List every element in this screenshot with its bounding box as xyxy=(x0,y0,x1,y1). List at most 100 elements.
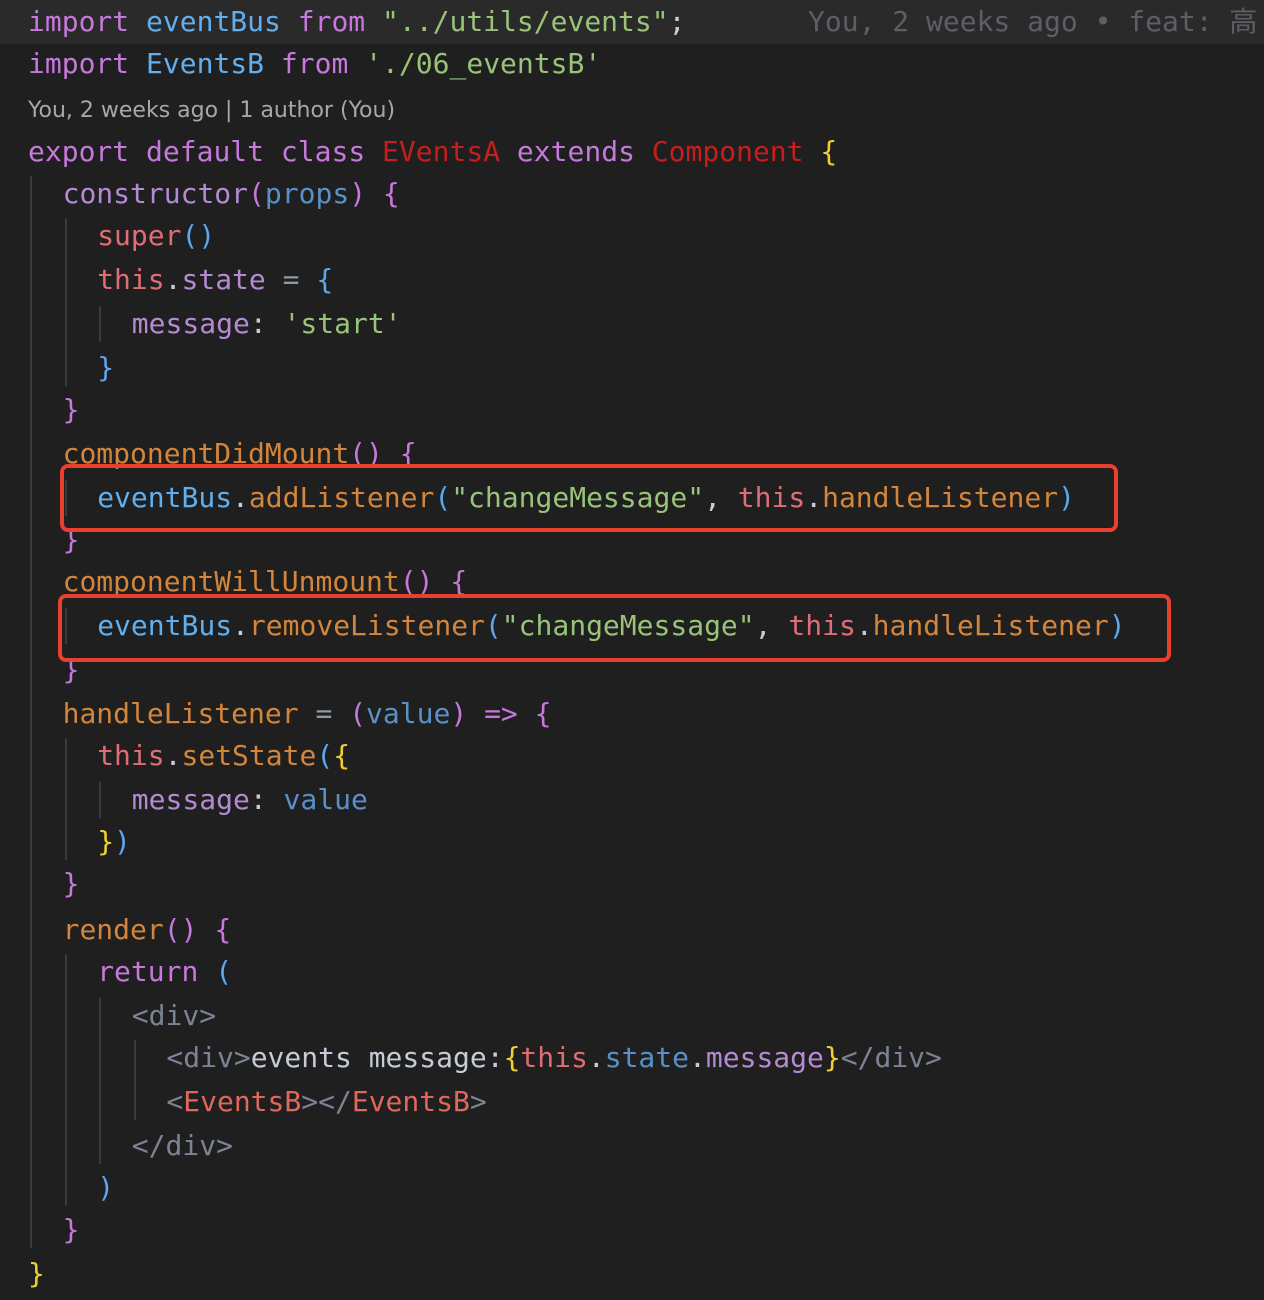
code-token: "../utils/events" xyxy=(382,5,669,38)
code-token: . xyxy=(164,263,182,296)
code-token: ( xyxy=(434,481,452,514)
code-token: ( xyxy=(316,739,334,772)
code-token: : xyxy=(249,783,267,816)
code-line[interactable]: } xyxy=(0,1252,1264,1296)
code-line[interactable]: <EventsB></EventsB> xyxy=(0,1080,1264,1124)
code-line[interactable]: } xyxy=(0,648,1264,692)
code-token: this xyxy=(737,481,806,514)
code-line-text: import eventBus from "../utils/events"; xyxy=(28,0,685,44)
code-line[interactable]: eventBus.addListener("changeMessage", th… xyxy=(0,476,1264,520)
code-token: this xyxy=(97,263,165,296)
code-line[interactable]: } xyxy=(0,388,1264,432)
code-token: : xyxy=(249,307,267,340)
code-line-text: } xyxy=(63,518,80,562)
code-line-text: ) xyxy=(97,1166,114,1210)
code-line[interactable]: message: value xyxy=(0,778,1264,822)
code-line[interactable]: } xyxy=(0,346,1264,390)
code-token: ) xyxy=(450,697,468,730)
code-line[interactable]: componentDidMount() { xyxy=(0,432,1264,476)
code-token: ) xyxy=(114,825,131,858)
code-editor[interactable]: You, 2 weeks ago | 1 author (You) import… xyxy=(0,0,1264,1300)
code-token: componentWillUnmount xyxy=(62,565,400,598)
code-line[interactable]: render() { xyxy=(0,908,1264,952)
code-line-text: <EventsB></EventsB> xyxy=(166,1080,486,1124)
code-token: <div> xyxy=(131,999,217,1032)
code-token: = xyxy=(282,263,300,296)
code-token: } xyxy=(62,393,80,426)
code-line[interactable]: }) xyxy=(0,820,1264,864)
code-token: return xyxy=(97,955,199,988)
code-line[interactable]: handleListener = (value) => { xyxy=(0,692,1264,736)
code-line-text: constructor(props) { xyxy=(63,172,400,216)
code-token: setState xyxy=(181,739,317,772)
indent-guide xyxy=(133,1040,136,1120)
code-line[interactable]: eventBus.removeListener("changeMessage",… xyxy=(0,604,1264,648)
code-token: EventsB xyxy=(351,1085,470,1118)
code-token: from xyxy=(280,47,349,80)
code-line[interactable]: super() xyxy=(0,214,1264,258)
code-line[interactable]: } xyxy=(0,1208,1264,1252)
code-token: removeListener xyxy=(248,609,485,642)
code-token: message xyxy=(131,783,250,816)
code-line[interactable]: export default class EVentsA extends Com… xyxy=(0,130,1264,174)
code-line[interactable]: import eventBus from "../utils/events"; Y… xyxy=(0,0,1264,44)
code-token: } xyxy=(97,351,115,384)
indent-guide xyxy=(64,218,67,386)
code-line[interactable]: return ( xyxy=(0,950,1264,994)
code-line[interactable]: </div> xyxy=(0,1124,1264,1168)
code-line-text: } xyxy=(63,1208,80,1252)
code-token: < xyxy=(166,1085,184,1118)
code-line[interactable]: <div>events message:{this.state.message}… xyxy=(0,1036,1264,1080)
code-line[interactable]: <div> xyxy=(0,994,1264,1038)
code-token: ) xyxy=(1108,609,1126,642)
code-token: { xyxy=(316,263,334,296)
code-token: value xyxy=(283,783,368,816)
code-token: import xyxy=(28,47,130,80)
code-line-text: message: value xyxy=(132,778,368,822)
code-line[interactable]: componentWillUnmount() { xyxy=(0,560,1264,604)
codelens-blame[interactable]: You, 2 weeks ago | 1 author (You) xyxy=(28,94,395,128)
code-token: message xyxy=(705,1041,824,1074)
code-token: ( xyxy=(349,697,367,730)
indent-guide xyxy=(64,738,67,860)
code-line[interactable]: } xyxy=(0,862,1264,906)
code-token: ( xyxy=(215,955,233,988)
code-line[interactable]: import EventsB from './06_eventsB' xyxy=(0,42,1264,86)
code-line[interactable]: message: 'start' xyxy=(0,302,1264,346)
code-token: { xyxy=(333,739,351,772)
code-token: Component xyxy=(651,135,804,168)
indent-guide xyxy=(64,954,67,1206)
code-line[interactable]: this.setState({ xyxy=(0,734,1264,778)
code-line[interactable]: ) xyxy=(0,1166,1264,1210)
code-token: render xyxy=(62,913,164,946)
code-token: componentDidMount xyxy=(62,437,350,470)
code-token: handleListener xyxy=(822,481,1059,514)
code-line[interactable]: } xyxy=(0,518,1264,562)
code-line-text: export default class EVentsA extends Com… xyxy=(28,130,837,174)
code-token: addListener xyxy=(248,481,435,514)
code-token: } xyxy=(62,653,80,686)
code-line[interactable]: this.state = { xyxy=(0,258,1264,302)
code-line-text: render() { xyxy=(63,908,232,952)
code-token: ) xyxy=(349,177,367,210)
code-token: => xyxy=(484,697,518,730)
code-token: . xyxy=(232,481,249,514)
code-token: ) xyxy=(97,1171,115,1204)
code-token: value xyxy=(366,697,451,730)
code-line[interactable]: constructor(props) { xyxy=(0,172,1264,216)
code-token: { xyxy=(214,913,232,946)
code-token: state xyxy=(604,1041,690,1074)
code-token: . xyxy=(164,739,182,772)
code-token: ) xyxy=(1058,481,1075,514)
code-token: constructor xyxy=(62,177,249,210)
code-token: () xyxy=(163,913,198,946)
code-token: { xyxy=(382,177,400,210)
code-token: extends xyxy=(516,135,635,168)
